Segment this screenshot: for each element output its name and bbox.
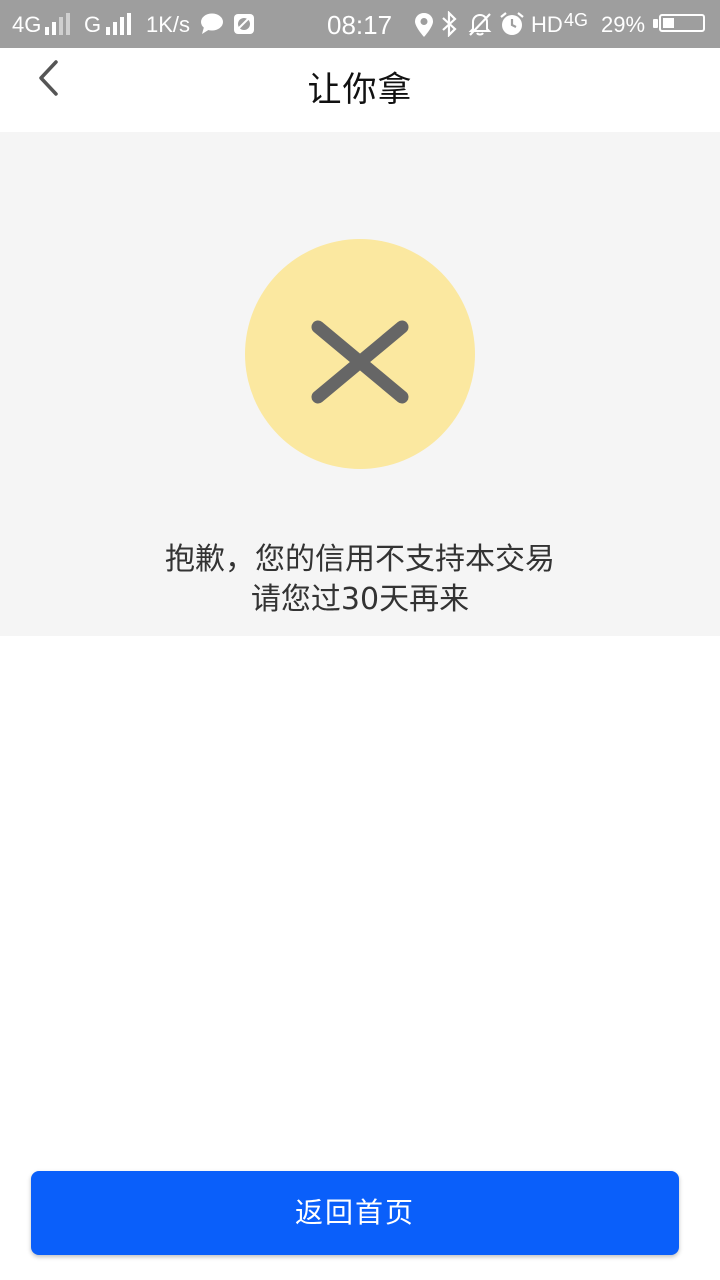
signal-icon <box>45 13 70 35</box>
failure-badge <box>245 239 475 469</box>
message-line-2: 请您过30天再来 <box>250 582 470 617</box>
battery-icon <box>659 14 705 32</box>
mute-icon <box>468 13 492 36</box>
signal-icon-2 <box>106 13 131 35</box>
battery-percent: 29% <box>601 12 646 37</box>
gallery-icon <box>234 14 254 34</box>
battery-level <box>663 18 674 28</box>
battery-cap <box>653 19 658 28</box>
hd-indicator: HD <box>531 12 563 37</box>
network-speed: 1K/s <box>146 12 191 37</box>
status-bar: 4G G 1K/s 08:17 HD 4G 29% <box>0 0 720 48</box>
close-icon <box>311 320 409 404</box>
network-type-2: G <box>84 12 102 37</box>
network-type-1: 4G <box>12 12 42 37</box>
alarm-icon <box>500 12 524 35</box>
result-message: 抱歉，您的信用不支持本交易 请您过30天再来 <box>0 540 720 620</box>
bluetooth-icon <box>442 11 457 37</box>
chat-icon <box>201 13 223 34</box>
return-home-button[interactable]: 返回首页 <box>31 1171 679 1255</box>
app-header: 让你拿 <box>0 48 720 132</box>
message-line-1: 抱歉，您的信用不支持本交易 <box>165 542 555 577</box>
clock: 08:17 <box>327 10 393 40</box>
network-type-3: 4G <box>564 10 589 30</box>
location-icon <box>415 13 433 37</box>
page-title: 让你拿 <box>307 70 413 110</box>
result-panel: 抱歉，您的信用不支持本交易 请您过30天再来 <box>0 132 720 636</box>
